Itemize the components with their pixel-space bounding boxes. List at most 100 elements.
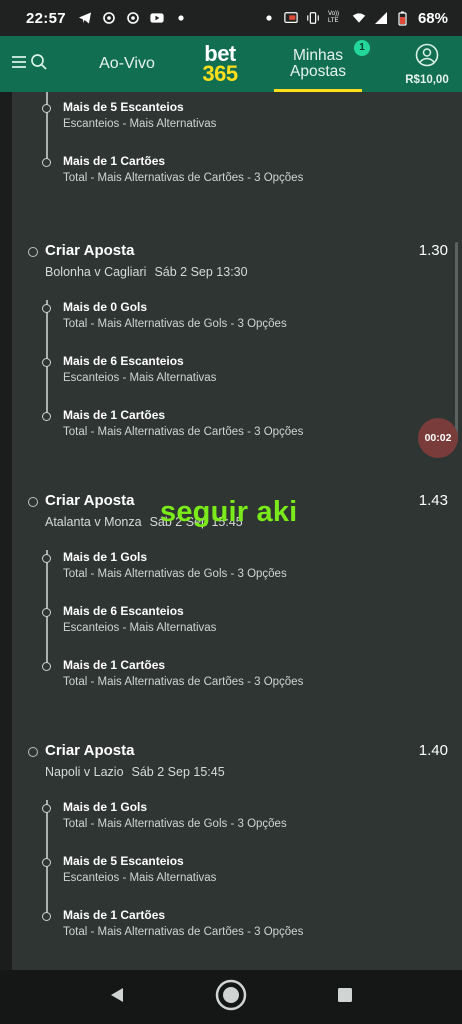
bet-title: Criar Aposta <box>45 742 135 759</box>
bet-odds: 1.43 <box>418 492 448 509</box>
app-icon <box>126 11 140 25</box>
recents-button[interactable] <box>327 979 363 1015</box>
leg-dot <box>42 912 51 921</box>
bet-card[interactable]: Criar Aposta 1.40 Napoli v Lazio Sáb 2 Se… <box>12 742 450 942</box>
clock: 22:57 <box>26 9 66 27</box>
leg-market: Escanteios - Mais Alternativas <box>63 872 217 884</box>
leg-market: Total - Mais Alternativas de Cartões - 3… <box>63 926 304 938</box>
user-icon <box>415 43 439 72</box>
bet-status-dot <box>28 747 38 757</box>
youtube-icon <box>150 11 164 25</box>
leg-selection: Mais de 6 Escanteios <box>63 354 184 368</box>
bet-leg: Mais de 6 Escanteios Escanteios - Mais A… <box>42 604 436 644</box>
vibrate-icon <box>306 11 320 25</box>
bet-legs: Mais de 0 Gols Total - Mais Alternativas… <box>42 300 446 440</box>
account-button[interactable]: R$10,00 <box>396 36 458 92</box>
menu-icon <box>12 55 26 73</box>
bet-leg: Mais de 1 Cartões Total - Mais Alternati… <box>42 408 436 448</box>
bet-leg: Mais de 1 Cartões Total - Mais Alternati… <box>42 908 436 948</box>
home-icon <box>215 979 247 1016</box>
app-header: Ao-Vivo bet 365 Minhas Apostas 1 R$10,00 <box>0 36 462 92</box>
leg-dot <box>42 304 51 313</box>
notification-icons <box>78 11 188 25</box>
system-nav-bar <box>0 970 462 1024</box>
leg-dot <box>42 358 51 367</box>
wifi-icon <box>352 11 366 25</box>
leg-selection: Mais de 6 Escanteios <box>63 604 184 618</box>
match-teams: Atalanta v Monza <box>45 515 142 529</box>
bet365-logo[interactable]: bet 365 <box>184 43 256 85</box>
bet-status-dot <box>28 497 38 507</box>
bet-legs: Mais de 1 Gols Total - Mais Alternativas… <box>42 800 446 940</box>
bet-leg: Mais de 0 Gols Total - Mais Alternativas… <box>42 300 436 340</box>
bet-legs: Mais de 1 Gols Total - Mais Alternativas… <box>42 550 446 690</box>
leg-market: Total - Mais Alternativas de Cartões - 3… <box>63 676 304 688</box>
recents-icon <box>336 986 354 1009</box>
match-info: Napoli v Lazio Sáb 2 Sep 15:45 <box>45 765 225 779</box>
bet-card-header: Criar Aposta 1.40 <box>28 742 448 766</box>
cast-icon <box>284 11 298 25</box>
leg-dot <box>42 554 51 563</box>
leg-market: Escanteios - Mais Alternativas <box>63 118 217 130</box>
leg-market: Total - Mais Alternativas de Gols - 3 Op… <box>63 568 287 580</box>
recording-timer-button[interactable]: 00:02 <box>418 418 458 458</box>
my-bets-tab[interactable]: Minhas Apostas 1 <box>274 36 370 92</box>
my-bets-label-line1: Minhas <box>293 46 343 64</box>
live-tab[interactable]: Ao-Vivo <box>82 55 172 73</box>
leg-selection: Mais de 0 Gols <box>63 300 148 314</box>
bet-odds: 1.30 <box>418 242 448 259</box>
search-icon <box>30 53 48 76</box>
bet-leg: Mais de 1 Gols Total - Mais Alternativas… <box>42 550 436 590</box>
bet-leg: Mais de 1 Cartões Total - Mais Alternati… <box>42 154 436 194</box>
leg-selection: Mais de 5 Escanteios <box>63 854 184 868</box>
status-bar: 22:57 Vo)) LTE 68% <box>0 0 462 36</box>
leg-dot <box>42 608 51 617</box>
battery-icon <box>396 11 410 26</box>
leg-selection: Mais de 1 Cartões <box>63 408 166 422</box>
signal-icon <box>374 11 388 25</box>
leg-dot <box>42 662 51 671</box>
bet-card: Mais de 5 Escanteios Escanteios - Mais A… <box>12 92 450 198</box>
bet-card-header: Criar Aposta 1.30 <box>28 242 448 266</box>
leg-market: Escanteios - Mais Alternativas <box>63 372 217 384</box>
account-balance: R$10,00 <box>405 73 449 86</box>
my-bets-label-line2: Apostas <box>289 63 346 80</box>
my-bets-list[interactable]: Mais de 5 Escanteios Escanteios - Mais A… <box>12 92 462 970</box>
leg-dot <box>42 104 51 113</box>
leg-selection: Mais de 5 Escanteios <box>63 100 184 114</box>
app-icon <box>102 11 116 25</box>
back-button[interactable] <box>99 979 135 1015</box>
leg-market: Total - Mais Alternativas de Cartões - 3… <box>63 172 304 184</box>
bet-title: Criar Aposta <box>45 492 135 509</box>
my-bets-badge: 1 <box>354 40 370 56</box>
bet-odds: 1.40 <box>418 742 448 759</box>
match-teams: Napoli v Lazio <box>45 765 124 779</box>
battery-percent: 68% <box>417 9 448 27</box>
leg-selection: Mais de 1 Cartões <box>63 658 166 672</box>
home-button[interactable] <box>213 979 249 1015</box>
leg-selection: Mais de 1 Cartões <box>63 154 166 168</box>
match-date: Sáb 2 Sep 13:30 <box>154 265 248 279</box>
match-teams: Bolonha v Cagliari <box>45 265 147 279</box>
back-icon <box>108 986 126 1009</box>
menu-search-button[interactable] <box>0 36 60 92</box>
overlay-caption: seguir aki <box>160 496 298 528</box>
leg-market: Total - Mais Alternativas de Gols - 3 Op… <box>63 818 287 830</box>
bet-leg: Mais de 5 Escanteios Escanteios - Mais A… <box>42 854 436 894</box>
leg-selection: Mais de 1 Cartões <box>63 908 166 922</box>
leg-selection: Mais de 1 Gols <box>63 800 148 814</box>
bet-title: Criar Aposta <box>45 242 135 259</box>
leg-market: Total - Mais Alternativas de Gols - 3 Op… <box>63 318 287 330</box>
leg-dot <box>42 412 51 421</box>
leg-dot <box>42 858 51 867</box>
scroll-indicator <box>455 242 458 442</box>
leg-dot <box>42 158 51 167</box>
telegram-icon <box>78 11 92 25</box>
system-icons: Vo)) LTE 68% <box>262 10 448 27</box>
bet-card[interactable]: Criar Aposta 1.30 Bolonha v Cagliari Sáb … <box>12 242 450 442</box>
bet-leg: Mais de 5 Escanteios Escanteios - Mais A… <box>42 100 436 140</box>
leg-market: Escanteios - Mais Alternativas <box>63 622 217 634</box>
leg-selection: Mais de 1 Gols <box>63 550 148 564</box>
match-info: Bolonha v Cagliari Sáb 2 Sep 13:30 <box>45 265 248 279</box>
volte-icon: Vo)) LTE <box>327 11 339 24</box>
